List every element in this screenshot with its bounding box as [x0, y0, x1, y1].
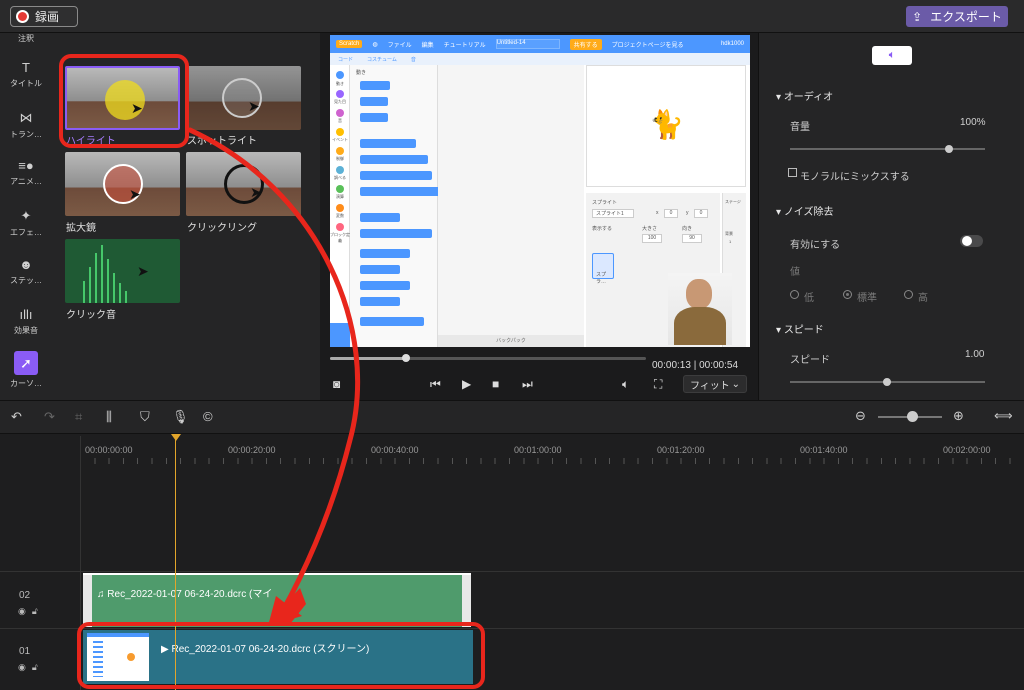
annotation-arrow-line: [187, 127, 360, 615]
annotation-arrow: [187, 127, 360, 626]
